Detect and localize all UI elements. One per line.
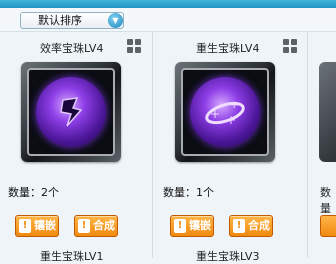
inlay-button[interactable]: ! 镶嵌 — [170, 215, 214, 237]
exclamation-icon: ! — [174, 219, 186, 233]
chevron-down-icon[interactable]: ▼ — [108, 13, 123, 28]
merge-button[interactable]: ! 合成 — [74, 215, 118, 237]
gem-slot-frame[interactable] — [21, 62, 121, 162]
gem-quantity: 数量：2个 — [8, 186, 59, 199]
gem-title: 效率宝珠LV4 — [40, 42, 104, 55]
exclamation-icon: ! — [78, 219, 90, 233]
gem-title-next-row: 重生宝珠LV3 — [196, 250, 260, 263]
gem-slot-frame-partial[interactable] — [319, 62, 336, 162]
column-divider — [152, 32, 153, 258]
inlay-button[interactable]: ! 镶嵌 — [15, 215, 59, 237]
inlay-button-label: 镶嵌 — [34, 219, 56, 232]
gem-quantity-partial: 数量 — [320, 186, 331, 215]
grid-view-icon[interactable] — [127, 39, 141, 53]
merge-button[interactable]: ! 合成 — [229, 215, 273, 237]
exclamation-icon: ! — [233, 219, 245, 233]
exclamation-icon: ! — [19, 219, 31, 233]
sort-dropdown-value: 默认排序 — [38, 14, 82, 27]
column-divider — [307, 32, 308, 258]
efficiency-gem-icon — [36, 77, 106, 147]
rebirth-gem-icon: + + + — [190, 77, 260, 147]
gem-title: 重生宝珠LV4 — [196, 42, 260, 55]
inlay-button-label: 镶嵌 — [189, 219, 211, 232]
svg-text:+: + — [210, 107, 220, 121]
svg-text:+: + — [226, 113, 236, 127]
gem-quantity: 数量：1个 — [163, 186, 214, 199]
grid-view-icon[interactable] — [283, 39, 297, 53]
merge-button-label: 合成 — [93, 219, 115, 232]
gem-title-next-row: 重生宝珠LV1 — [40, 250, 104, 263]
sort-dropdown[interactable]: 默认排序 ▼ — [20, 12, 124, 29]
inlay-button-partial[interactable] — [320, 215, 336, 237]
merge-button-label: 合成 — [248, 219, 270, 232]
svg-text:+: + — [230, 100, 238, 111]
gem-slot-frame[interactable]: + + + — [175, 62, 275, 162]
